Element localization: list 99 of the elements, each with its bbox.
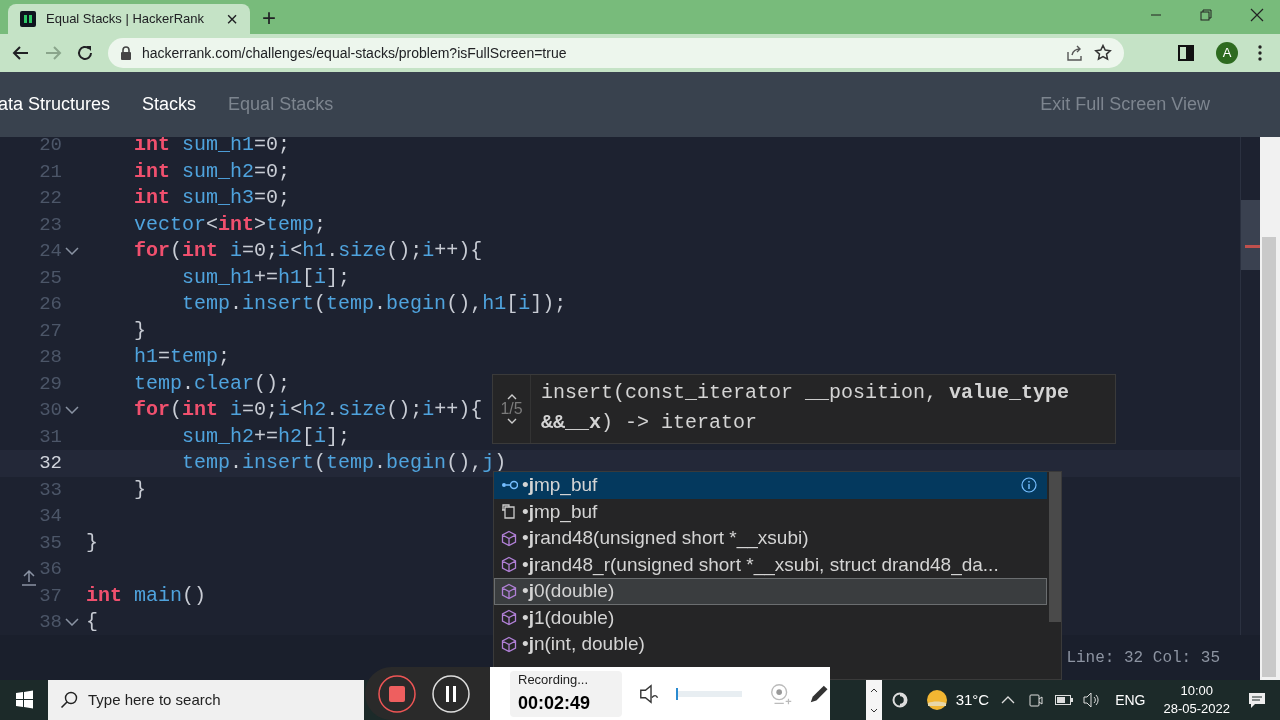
code-line: for(int i=0;i<h2.size();i++){: [133, 397, 483, 424]
camera-icon[interactable]: [1029, 692, 1044, 708]
suggestion-item[interactable]: •j0(double): [494, 578, 1047, 605]
clock-time: 10:00: [1180, 682, 1213, 700]
cursor-position: Line: 32 Col: 35: [1066, 647, 1220, 669]
line-number: 23: [38, 212, 62, 238]
line-number: 25: [38, 265, 62, 291]
scrollbar-thumb[interactable]: [1241, 200, 1260, 270]
more-menu-icon[interactable]: [1258, 45, 1262, 61]
tab-title: Equal Stacks | HackerRank: [46, 10, 205, 29]
volume-slider[interactable]: [676, 690, 742, 697]
code-line: for(int i=0;i<h1.size();i++){: [133, 238, 483, 265]
fold-chevron-icon[interactable]: [65, 618, 79, 627]
code-line: h1=temp;: [133, 344, 231, 371]
line-number: 36: [38, 557, 62, 582]
line-number: 28: [38, 345, 62, 370]
line-number: 38: [38, 610, 62, 635]
back-arrow-icon[interactable]: [12, 44, 30, 62]
line-number: 32: [38, 451, 62, 476]
suggestion-item[interactable]: •j1(double): [494, 604, 1047, 631]
fold-chevron-icon[interactable]: [65, 406, 79, 415]
line-number: 24: [38, 239, 62, 264]
browser-tab[interactable]: Equal Stacks | HackerRank ×: [8, 4, 250, 34]
error-marker: [1245, 245, 1260, 248]
weather-sun-icon[interactable]: [925, 689, 948, 711]
suggestion-item[interactable]: •jrand48(unsigned short *__xsubi): [494, 525, 1047, 552]
code-line: int sum_h2=0;: [133, 158, 291, 185]
battery-icon[interactable]: [1055, 695, 1074, 705]
site-logo-icon: [20, 11, 36, 27]
scroll-arrows-icon[interactable]: [865, 680, 882, 720]
new-tab-button[interactable]: +: [262, 6, 276, 30]
up-chevron-icon[interactable]: [506, 394, 517, 400]
page-scrollbar-thumb[interactable]: [1262, 237, 1276, 677]
line-number: 27: [38, 318, 62, 344]
maximize-icon[interactable]: [1200, 9, 1212, 21]
pause-icon[interactable]: [431, 673, 471, 714]
address-bar[interactable]: hackerrank.com/challenges/equal-stacks/problem?isFullScreen=true: [108, 38, 1124, 68]
suggestion-item[interactable]: •jrand48_r(unsigned short *__xsubi, struct drand48_da...: [494, 551, 1047, 578]
code-line: int sum_h3=0;: [133, 185, 291, 212]
fold-chevron-icon[interactable]: [65, 247, 79, 256]
speaker-mute-icon[interactable]: [638, 681, 661, 706]
code-line: sum_h1+=h1[i];: [181, 264, 351, 291]
line-number: 22: [38, 186, 62, 211]
info-icon[interactable]: [1021, 477, 1037, 494]
line-number: 33: [38, 477, 62, 503]
cube-icon: [500, 635, 518, 653]
line-number: 31: [38, 424, 62, 450]
code-line: int main(): [86, 582, 207, 609]
code-line: }: [133, 476, 146, 503]
close-icon[interactable]: [1250, 8, 1264, 22]
code-line: }: [133, 317, 146, 344]
line-number: 26: [38, 292, 62, 317]
lock-icon: [120, 46, 132, 60]
recording-time: 00:02:49: [518, 691, 592, 715]
star-icon[interactable]: [1094, 44, 1112, 62]
code-line: }: [86, 529, 98, 556]
line-number: 35: [38, 530, 62, 556]
speaker-icon[interactable]: [1083, 692, 1102, 708]
clock-date: 28-05-2022: [1163, 700, 1230, 718]
code-line: sum_h2+=h2[i];: [181, 423, 351, 450]
upload-icon[interactable]: [20, 569, 38, 587]
cube-icon: [500, 529, 518, 547]
cube-icon: [500, 556, 518, 574]
line-number: 30: [38, 398, 62, 423]
tab-close-button[interactable]: ×: [226, 9, 238, 29]
notification-icon[interactable]: [1248, 691, 1266, 709]
line-number: 21: [38, 159, 62, 185]
clock[interactable]: 10:00 28-05-2022: [1163, 682, 1230, 718]
profile-avatar[interactable]: A: [1216, 42, 1238, 64]
breadcrumb-link[interactable]: Stacks: [142, 91, 197, 118]
chevron-up-icon[interactable]: [1001, 696, 1016, 704]
search-field[interactable]: Type here to search: [88, 688, 338, 712]
suggestion-item[interactable]: •jmp_buf: [494, 498, 1047, 525]
language-indicator[interactable]: ENG: [1115, 689, 1146, 711]
reload-icon[interactable]: [76, 44, 94, 62]
search-icon: [60, 691, 78, 709]
code-line: {: [86, 609, 98, 635]
line-number: 20: [38, 137, 62, 158]
down-chevron-icon[interactable]: [506, 418, 517, 424]
line-number: 34: [38, 504, 62, 529]
overload-counter: 1/5: [500, 401, 523, 417]
cube-icon: [500, 582, 518, 600]
signature-text: insert(const_iterator __position, value_type &&__x) -> iterator: [540, 380, 1071, 436]
search-box[interactable]: Type here to search: [48, 680, 364, 720]
stop-record-icon[interactable]: [377, 673, 417, 714]
temperature[interactable]: 31°C: [955, 688, 990, 712]
share-icon[interactable]: [1066, 45, 1084, 61]
suggestion-item[interactable]: •jmp_buf: [494, 472, 1047, 499]
code-line: vector<int>temp;: [133, 211, 327, 238]
line-number: 37: [38, 583, 62, 609]
cube-icon: [500, 609, 518, 627]
code-line: temp.insert(temp.begin(),h1[i]);: [181, 291, 567, 318]
suggestion-item[interactable]: •jn(int, double): [494, 631, 1047, 658]
url-text: hackerrank.com/challenges/equal-stacks/problem?isFullScreen=true: [142, 43, 568, 63]
line-number: 29: [38, 371, 62, 397]
code-line: temp.clear();: [133, 370, 291, 397]
scrollbar-thumb[interactable]: [1049, 472, 1061, 622]
recording-status: Recording...: [518, 671, 590, 690]
side-panel-icon[interactable]: [1178, 45, 1194, 61]
